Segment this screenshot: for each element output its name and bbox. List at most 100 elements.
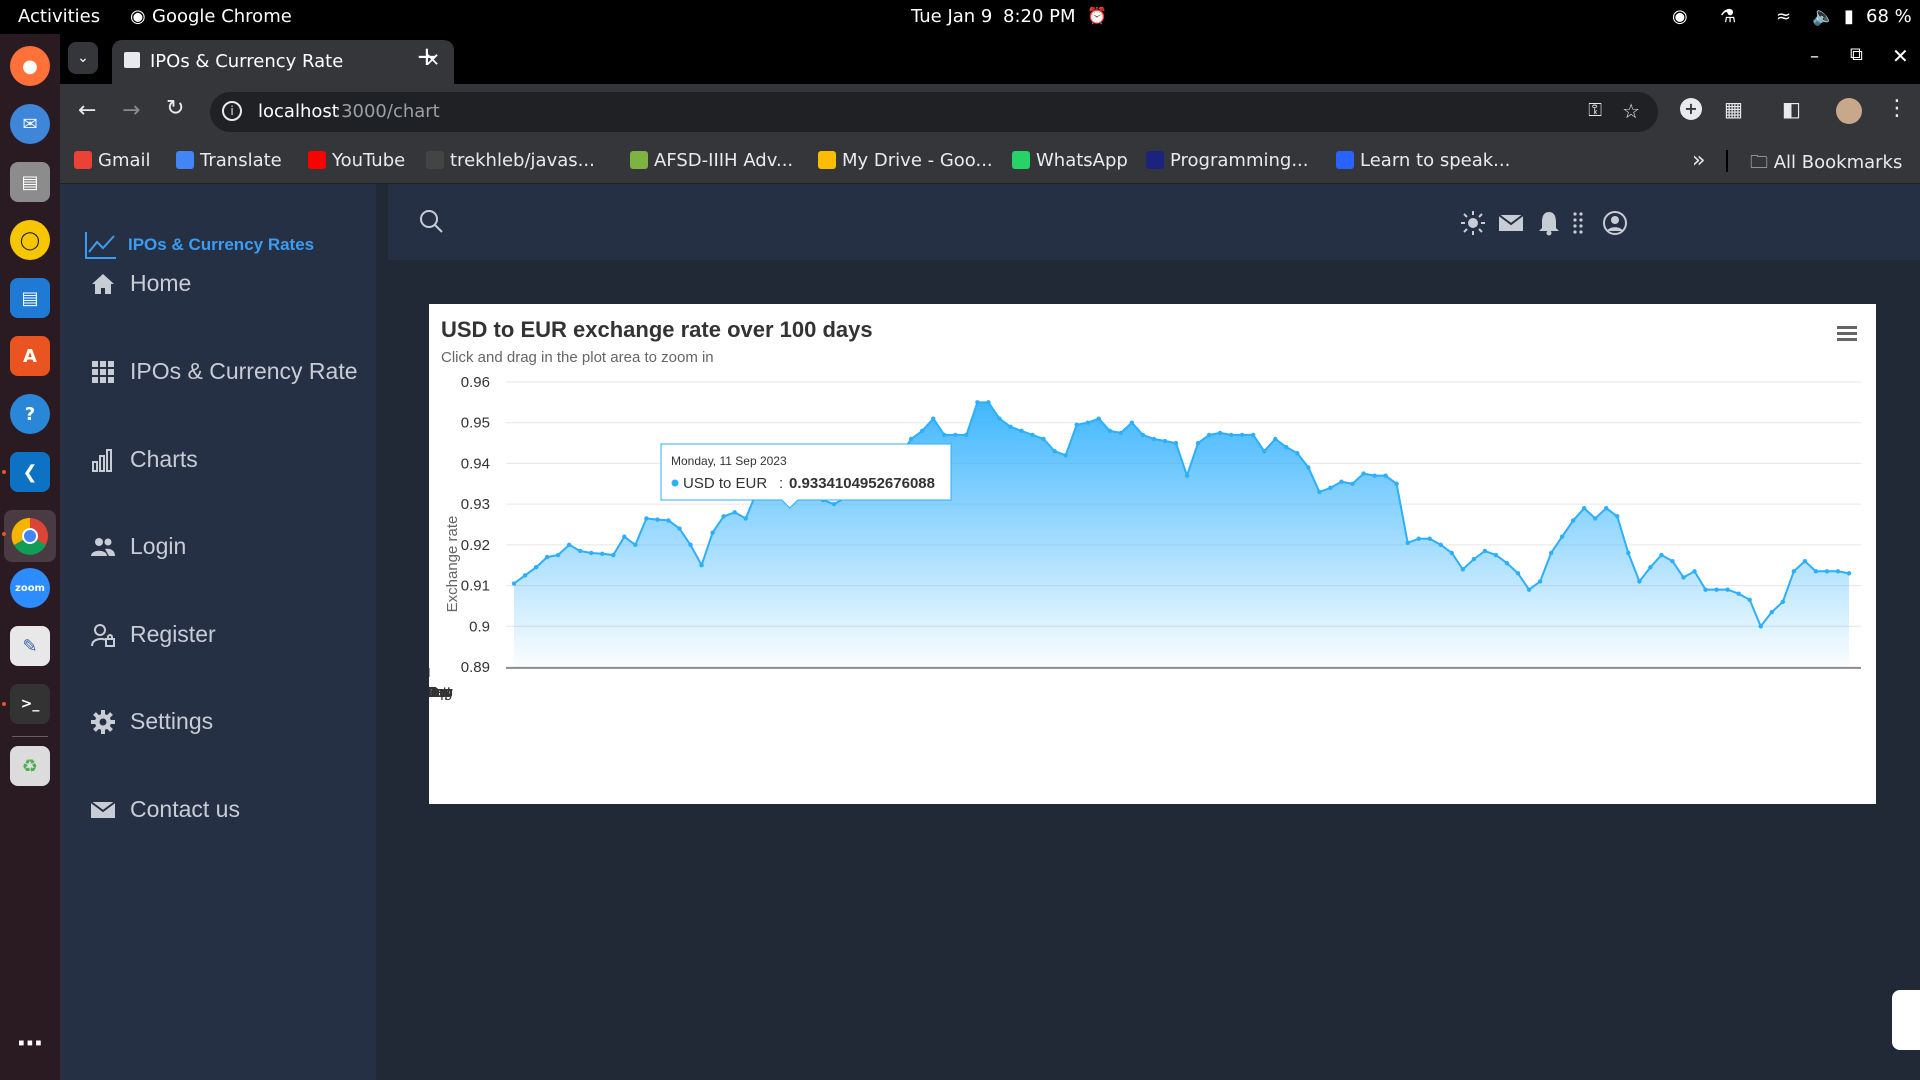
data-point[interactable] (1648, 565, 1653, 570)
site-info-icon[interactable]: i (222, 101, 242, 121)
data-point[interactable] (1416, 536, 1421, 541)
data-point[interactable] (1725, 587, 1730, 592)
data-point[interactable] (1107, 428, 1112, 434)
sidebar-item-charts[interactable]: Charts (90, 446, 198, 473)
bookmark-star-icon[interactable]: ☆ (1622, 99, 1640, 123)
data-point[interactable] (1019, 428, 1024, 434)
tab-search-button[interactable]: ⌄ (68, 42, 98, 74)
extensions-icon[interactable]: ▦ (1724, 97, 1743, 121)
data-point[interactable] (655, 517, 660, 522)
data-point[interactable] (1394, 481, 1399, 486)
brand[interactable]: IPOs & Currency Rates (84, 230, 314, 260)
data-point[interactable] (831, 501, 837, 507)
data-point[interactable] (721, 514, 726, 519)
forward-icon[interactable]: → (122, 98, 140, 123)
data-point[interactable] (1162, 438, 1168, 444)
data-point[interactable] (1295, 451, 1300, 456)
data-point[interactable] (1802, 558, 1808, 564)
text-editor-icon[interactable]: ✎ (10, 626, 50, 666)
terminal-icon[interactable]: >_ (10, 684, 50, 724)
key-icon[interactable]: ⚿ (1588, 100, 1602, 121)
menu-icon[interactable]: ⋮ (1886, 96, 1908, 121)
chrome-dock-icon[interactable] (4, 510, 56, 562)
data-point[interactable] (1637, 579, 1642, 584)
data-point[interactable] (743, 516, 748, 521)
data-point[interactable] (1681, 575, 1686, 580)
data-point[interactable] (555, 552, 561, 558)
battery-level[interactable]: 68 % (1866, 6, 1912, 27)
data-point[interactable] (975, 400, 980, 405)
address-bar[interactable]: i localhost :3000/chart ⚿ ☆ (210, 92, 1658, 132)
data-point[interactable] (1328, 485, 1333, 491)
data-point[interactable] (1184, 473, 1190, 478)
tab-active[interactable]: IPOs & Currency Rate ✕ (112, 40, 454, 84)
data-point[interactable] (1096, 416, 1101, 421)
data-point[interactable] (1824, 569, 1830, 574)
data-point[interactable] (688, 542, 693, 548)
data-point[interactable] (611, 552, 616, 558)
data-point[interactable] (1008, 424, 1013, 429)
data-point[interactable] (1284, 444, 1289, 450)
data-point[interactable] (1504, 560, 1510, 566)
data-point[interactable] (997, 416, 1002, 421)
bookmark-item[interactable]: Translate (176, 150, 282, 171)
data-point[interactable] (1206, 432, 1212, 438)
side-handle[interactable] (1892, 990, 1920, 1050)
data-point[interactable] (1129, 420, 1135, 425)
data-point[interactable] (1692, 569, 1697, 574)
data-point[interactable] (1791, 569, 1797, 574)
bookmark-item[interactable]: Programming... (1146, 150, 1308, 171)
data-point[interactable] (1262, 449, 1267, 454)
data-point[interactable] (511, 581, 517, 586)
data-point[interactable] (1306, 465, 1311, 470)
data-point[interactable] (1085, 420, 1090, 425)
data-point[interactable] (1041, 436, 1046, 442)
data-point[interactable] (931, 416, 936, 421)
data-point[interactable] (1559, 534, 1565, 539)
help-icon[interactable]: ? (10, 394, 50, 434)
system-time[interactable]: 8:20 PM (1003, 6, 1076, 27)
data-point[interactable] (1239, 432, 1245, 438)
mail-icon[interactable] (1498, 210, 1524, 236)
data-point[interactable] (1526, 587, 1532, 592)
data-point[interactable] (1460, 567, 1466, 572)
data-point[interactable] (566, 542, 572, 548)
close-window-icon[interactable]: ✕ (1892, 44, 1909, 68)
data-point[interactable] (1703, 587, 1708, 592)
data-point[interactable] (622, 534, 627, 539)
accessibility-icon[interactable]: ⚗ (1720, 6, 1736, 27)
files-icon[interactable]: ▤ (10, 162, 50, 202)
bookmark-item[interactable]: YouTube (308, 150, 405, 171)
app-center-icon[interactable]: A (10, 336, 50, 376)
data-point[interactable] (1339, 479, 1344, 484)
thunderbird-icon[interactable]: ✉ (10, 104, 50, 144)
bell-icon[interactable] (1536, 210, 1562, 236)
data-point[interactable] (1361, 471, 1366, 476)
writer-icon[interactable]: ▤ (10, 278, 50, 318)
firefox-icon[interactable]: ● (10, 46, 50, 86)
sidebar-item-ipos-currency-rate[interactable]: IPOs & Currency Rate (90, 358, 358, 385)
search-icon[interactable] (418, 208, 444, 234)
data-point[interactable] (710, 530, 715, 535)
bookmark-item[interactable]: WhatsApp (1012, 150, 1128, 171)
data-point[interactable] (1140, 432, 1146, 438)
sidebar-item-register[interactable]: Register (90, 621, 216, 648)
data-point[interactable] (1548, 550, 1554, 556)
bookmark-item[interactable]: Learn to speak... (1336, 150, 1510, 171)
activities-button[interactable]: Activities (18, 6, 100, 27)
show-apps-icon[interactable]: ⋯ (10, 1024, 50, 1064)
data-point[interactable] (633, 542, 638, 548)
minimize-icon[interactable]: – (1810, 46, 1819, 67)
data-point[interactable] (953, 432, 958, 438)
bookmark-item[interactable]: My Drive - Goo... (818, 150, 993, 171)
back-icon[interactable]: ← (78, 98, 96, 123)
data-point[interactable] (677, 526, 682, 531)
data-point[interactable] (1747, 597, 1752, 603)
sun-icon[interactable] (1460, 210, 1486, 236)
data-point[interactable] (1846, 571, 1852, 576)
data-point[interactable] (986, 400, 991, 405)
data-point[interactable] (1350, 481, 1355, 486)
data-point[interactable] (1780, 599, 1786, 605)
data-point[interactable] (699, 563, 704, 568)
data-point[interactable] (1151, 436, 1157, 442)
